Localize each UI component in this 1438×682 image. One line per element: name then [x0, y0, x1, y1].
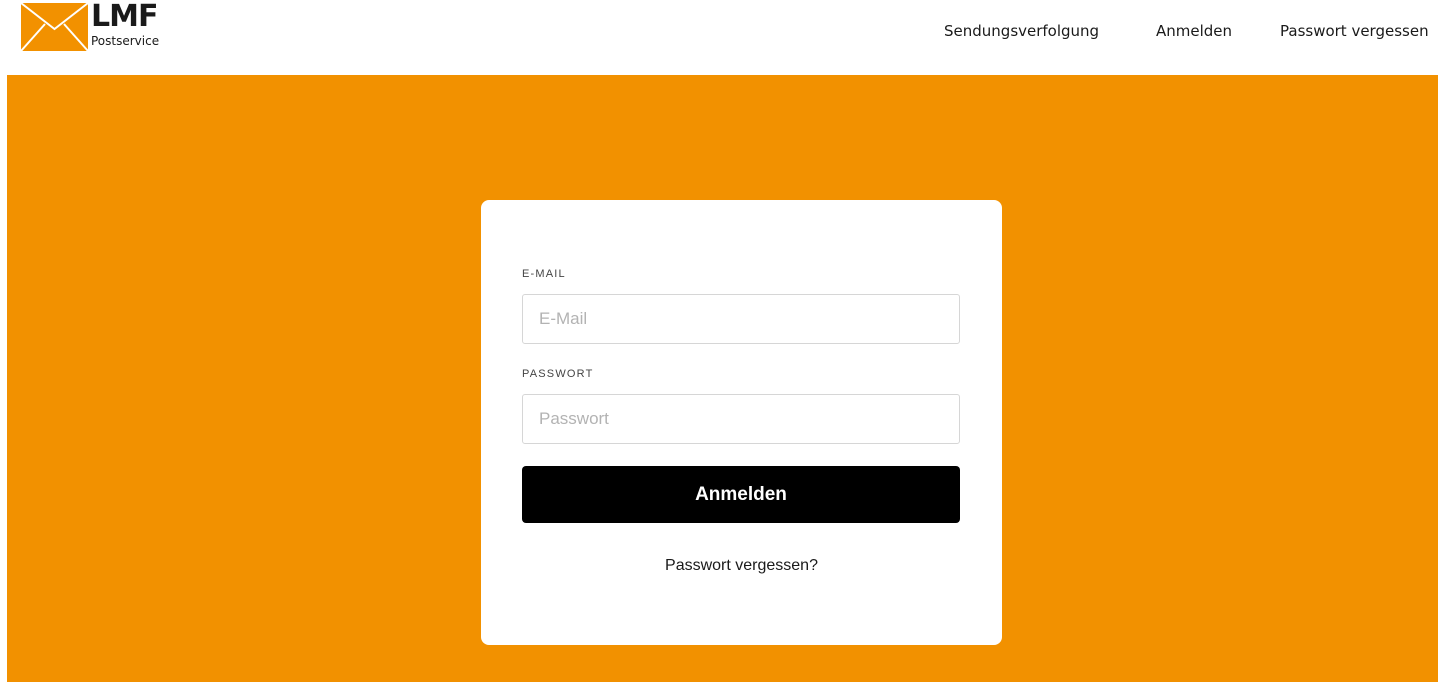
- hero-section: E-MAIL PASSWORT Anmelden Passwort verges…: [7, 75, 1438, 682]
- site-header: LMF Postservice Sendungsverfolgung Anmel…: [0, 0, 1438, 75]
- nav-link-forgot-password[interactable]: Passwort vergessen: [1280, 22, 1429, 40]
- login-card: E-MAIL PASSWORT Anmelden Passwort verges…: [481, 200, 1002, 645]
- forgot-password-link[interactable]: Passwort vergessen?: [481, 557, 1002, 575]
- email-field[interactable]: [522, 294, 960, 344]
- nav-link-login[interactable]: Anmelden: [1156, 22, 1232, 40]
- nav-link-tracking[interactable]: Sendungsverfolgung: [944, 22, 1099, 40]
- password-field[interactable]: [522, 394, 960, 444]
- main-nav: Sendungsverfolgung Anmelden Passwort ver…: [0, 22, 1438, 42]
- email-label: E-MAIL: [522, 268, 566, 280]
- login-button[interactable]: Anmelden: [522, 466, 960, 523]
- password-label: PASSWORT: [522, 368, 594, 380]
